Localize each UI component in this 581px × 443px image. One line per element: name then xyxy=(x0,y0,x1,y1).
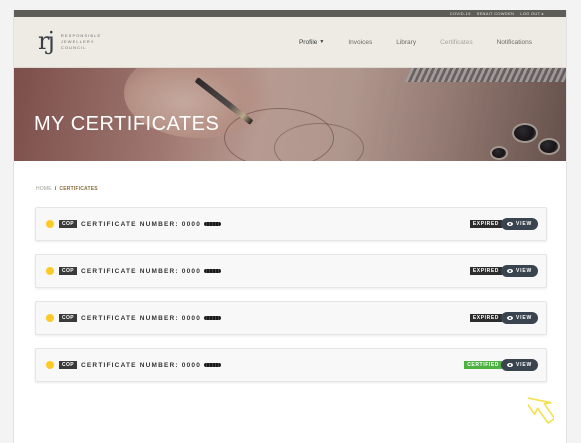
certificate-number-label: CERTIFICATE NUMBER: 0000 xyxy=(81,361,202,369)
eye-icon xyxy=(507,269,514,273)
arrow-cursor-icon xyxy=(528,396,554,424)
logo-text: RESPONSIBLE JEWELLERY COUNCIL xyxy=(61,33,101,50)
logo-line-1: RESPONSIBLE xyxy=(60,32,102,38)
status-badge: EXPIRED xyxy=(469,220,502,228)
view-button[interactable]: VIEW xyxy=(501,359,538,371)
main-nav: Profile ▼ Invoices Library Certificates … xyxy=(287,17,544,68)
breadcrumb-current: CERTIFICATES xyxy=(59,186,98,192)
logout-label: LOG OUT xyxy=(520,11,541,16)
view-button[interactable]: VIEW xyxy=(501,218,538,230)
view-button[interactable]: VIEW xyxy=(501,265,538,277)
page: COVID-19 SENAIT COWDEN LOG OUT ▸ rj RESP… xyxy=(13,10,567,443)
redaction-scribble xyxy=(204,316,222,320)
logo-mark: rj xyxy=(38,27,55,55)
view-button[interactable]: VIEW xyxy=(501,312,538,324)
certificate-number: CERTIFICATE NUMBER: 0000 xyxy=(81,220,222,228)
certificate-card: COP CERTIFICATE NUMBER: 0000 CERTIFIED V… xyxy=(35,348,547,382)
status-dot-icon xyxy=(46,267,54,275)
cop-badge: COP xyxy=(59,220,78,228)
user-name-link[interactable]: SENAIT COWDEN xyxy=(477,10,515,17)
logo-line-2: JEWELLERY xyxy=(60,38,95,44)
nav-certificates[interactable]: Certificates xyxy=(428,17,485,68)
nav-notifications[interactable]: Notifications xyxy=(485,17,544,68)
nav-library[interactable]: Library xyxy=(384,17,428,68)
cop-badge: COP xyxy=(59,267,78,275)
certificate-number-label: CERTIFICATE NUMBER: 0000 xyxy=(81,314,202,322)
site-header: rj RESPONSIBLE JEWELLERY COUNCIL Profile… xyxy=(14,17,566,68)
status-dot-icon xyxy=(46,361,54,369)
logo-line-3: COUNCIL xyxy=(60,44,87,50)
certificate-number-label: CERTIFICATE NUMBER: 0000 xyxy=(81,220,202,228)
certificate-list: COP CERTIFICATE NUMBER: 0000 EXPIRED VIE… xyxy=(35,207,547,395)
logo[interactable]: rj RESPONSIBLE JEWELLERY COUNCIL xyxy=(38,29,101,53)
certificate-card: COP CERTIFICATE NUMBER: 0000 EXPIRED VIE… xyxy=(35,301,547,335)
status-badge: EXPIRED xyxy=(469,267,502,275)
logout-link[interactable]: LOG OUT ▸ xyxy=(520,10,544,17)
utility-bar: COVID-19 SENAIT COWDEN LOG OUT ▸ xyxy=(14,10,566,17)
certificate-number: CERTIFICATE NUMBER: 0000 xyxy=(81,314,222,322)
page-title: MY CERTIFICATES xyxy=(34,113,220,135)
eye-icon xyxy=(507,316,514,320)
redaction-scribble xyxy=(204,363,222,367)
redaction-scribble xyxy=(204,269,222,273)
certificate-number-label: CERTIFICATE NUMBER: 0000 xyxy=(81,267,202,275)
status-dot-icon xyxy=(46,220,54,228)
status-badge: EXPIRED xyxy=(469,314,502,322)
eye-icon xyxy=(507,363,514,367)
breadcrumb-separator: / xyxy=(54,186,57,192)
certificate-card: COP CERTIFICATE NUMBER: 0000 EXPIRED VIE… xyxy=(35,254,547,288)
status-badge: CERTIFIED xyxy=(464,361,502,369)
cop-badge: COP xyxy=(59,361,78,369)
certificate-number: CERTIFICATE NUMBER: 0000 xyxy=(81,361,222,369)
status-dot-icon xyxy=(46,314,54,322)
view-button-label: VIEW xyxy=(516,315,532,321)
nav-invoices[interactable]: Invoices xyxy=(336,17,384,68)
view-button-label: VIEW xyxy=(516,268,532,274)
certificate-card: COP CERTIFICATE NUMBER: 0000 EXPIRED VIE… xyxy=(35,207,547,241)
hero-banner: MY CERTIFICATES xyxy=(14,68,566,161)
chevron-down-icon: ▼ xyxy=(319,39,325,45)
eye-icon xyxy=(507,222,514,226)
cop-badge: COP xyxy=(59,314,78,322)
certificate-number: CERTIFICATE NUMBER: 0000 xyxy=(81,267,222,275)
breadcrumb-home[interactable]: HOME xyxy=(36,186,52,192)
logout-icon: ▸ xyxy=(541,11,544,16)
view-button-label: VIEW xyxy=(516,362,532,368)
redaction-scribble xyxy=(204,222,222,226)
covid-link[interactable]: COVID-19 xyxy=(450,10,471,17)
nav-profile-label: Profile xyxy=(298,39,318,46)
view-button-label: VIEW xyxy=(516,221,532,227)
breadcrumb: HOME / CERTIFICATES xyxy=(36,186,98,192)
nav-profile[interactable]: Profile ▼ xyxy=(287,17,336,68)
